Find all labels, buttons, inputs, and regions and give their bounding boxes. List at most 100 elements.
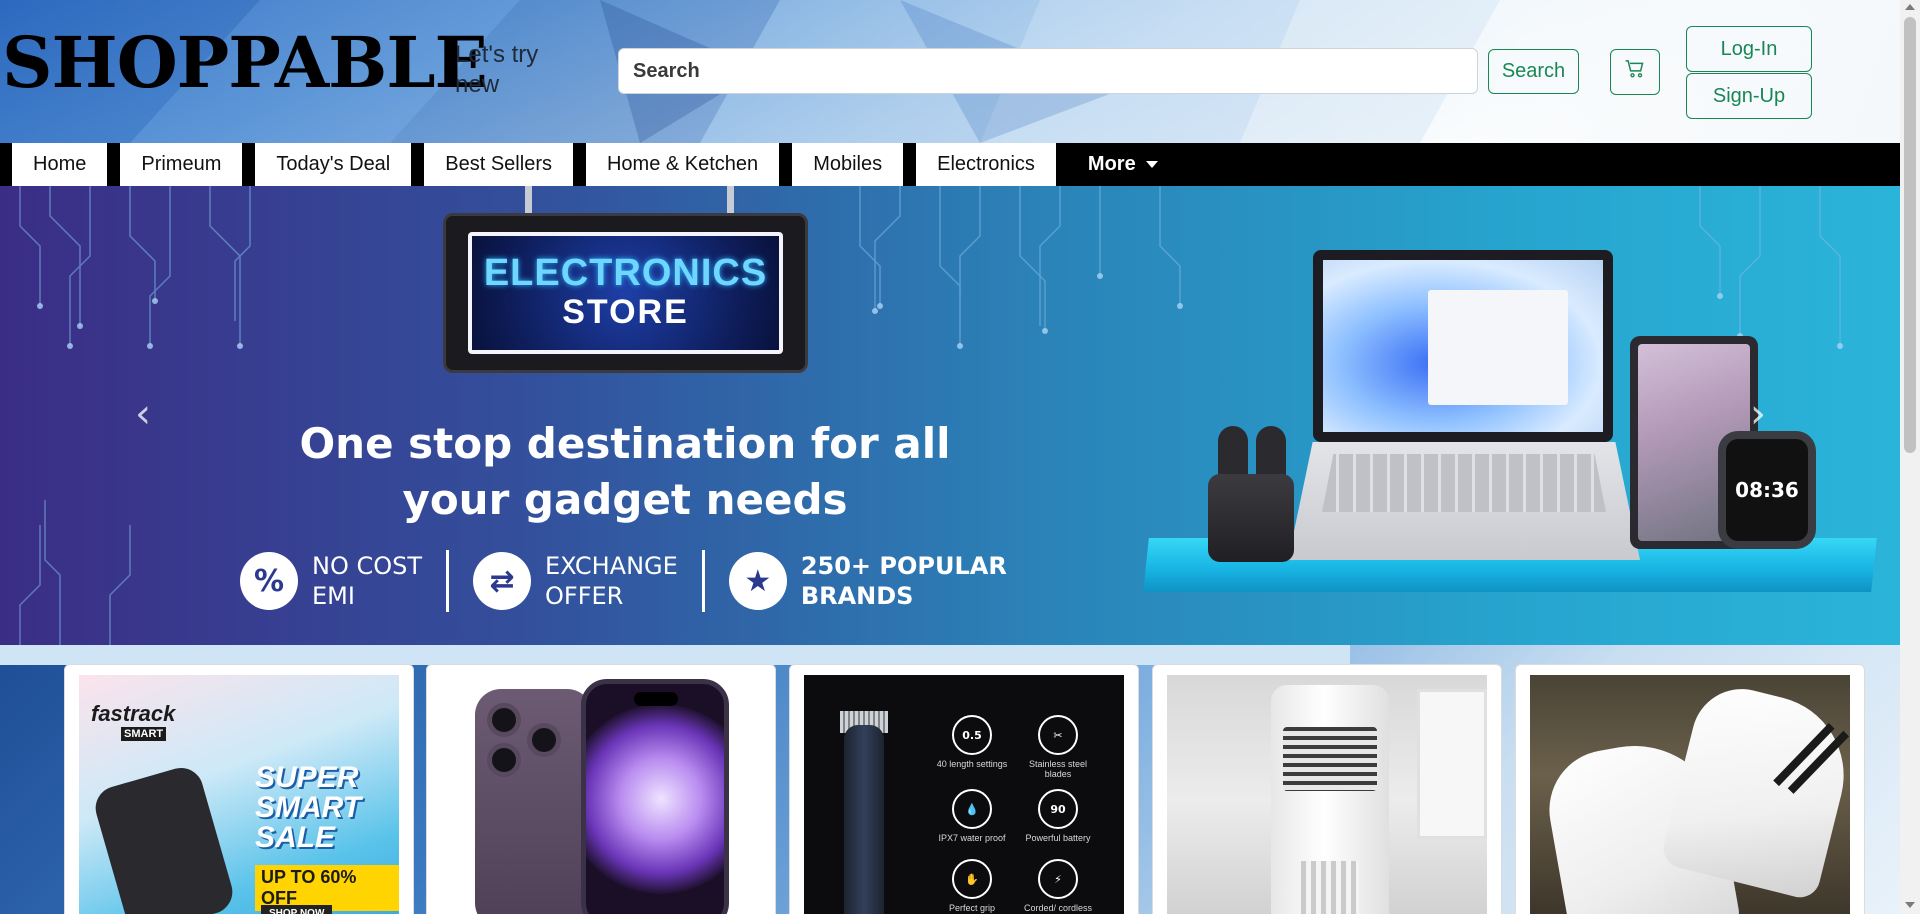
caret-down-icon xyxy=(1145,161,1158,168)
feature-popular-brands: ★ 250+ POPULAR BRANDS xyxy=(728,551,1007,611)
scroll-up-arrow-icon[interactable] xyxy=(1905,4,1915,10)
watch-face: 08:36 xyxy=(1726,439,1808,541)
feature-text: NO COST EMI xyxy=(312,551,422,611)
feature-line2: OFFER xyxy=(545,582,624,610)
hero-features: % NO COST EMI ⇄ EXCHANGE OFFER ★ 250+ PO… xyxy=(240,548,1007,614)
camera-lens xyxy=(487,703,521,737)
grip-icon: ✋ xyxy=(952,859,992,899)
nav-item-todays-deal[interactable]: Today's Deal xyxy=(254,143,413,186)
feature-divider xyxy=(446,550,450,612)
product-card[interactable] xyxy=(1152,664,1502,914)
electronics-store-sign: ELECTRONICS STORE xyxy=(443,213,808,373)
stars-hand-icon: ★ xyxy=(728,552,787,610)
laptop-keyboard xyxy=(1322,454,1606,512)
scroll-down-arrow-icon[interactable] xyxy=(1905,902,1915,908)
sign-subtitle: STORE xyxy=(562,293,689,332)
hero-headline: One stop destination for all your gadget… xyxy=(299,419,951,524)
plug-icon: ⚡ xyxy=(1038,859,1078,899)
phone-front xyxy=(581,679,729,914)
feature-label: Perfect grip xyxy=(948,903,996,913)
window-background xyxy=(1417,689,1487,839)
product-image-trimmer: 0.5 40 length settings ✂ Stainless steel… xyxy=(804,675,1124,914)
feature-line1: EXCHANGE xyxy=(545,552,678,580)
feature-label: Corded/ cordless usage xyxy=(1023,903,1093,914)
login-button[interactable]: Log-In xyxy=(1686,26,1812,72)
percent-icon: % xyxy=(240,552,298,610)
carousel-prev-button[interactable]: ‹ xyxy=(123,391,163,437)
product-image-air-cooler xyxy=(1167,675,1487,914)
battery-icon: 90 xyxy=(1038,789,1078,829)
super-smart-sale-text: SUPER SMART SALE xyxy=(255,761,362,854)
feature-line2: EMI xyxy=(312,582,355,610)
feature-line2: BRANDS xyxy=(800,582,914,610)
product-card[interactable]: fastrack SMART SUPER SMART SALE UP TO 60… xyxy=(64,664,414,914)
feature-label: Stainless steel blades xyxy=(1028,759,1088,779)
nav-item-primeum[interactable]: Primeum xyxy=(119,143,244,186)
sign-panel: ELECTRONICS STORE xyxy=(468,232,783,354)
hero-carousel: ELECTRONICS STORE One stop destination f… xyxy=(0,186,1900,645)
cooler-front-grill xyxy=(1283,727,1377,791)
feature-text: EXCHANGE OFFER xyxy=(545,551,678,611)
water-drop-icon: 💧 xyxy=(952,789,992,829)
feature-text: 250+ POPULAR BRANDS xyxy=(801,551,1007,611)
nav-item-home-kitchen[interactable]: Home & Ketchen xyxy=(584,143,781,186)
sign-title: ELECTRONICS xyxy=(483,252,768,295)
nav-item-mobiles[interactable]: Mobiles xyxy=(791,143,905,186)
site-header: SHOPPABLE Let's try new Search Log-In Si… xyxy=(0,0,1900,143)
feature-line1: 250+ POPULAR xyxy=(800,552,1007,580)
search-button[interactable]: Search xyxy=(1488,49,1579,94)
sign-post-right xyxy=(727,186,734,214)
earbuds-case-image xyxy=(1208,474,1294,562)
product-image-iphone xyxy=(441,675,761,914)
scroll-thumb[interactable] xyxy=(1904,17,1916,453)
site-tagline: Let's try new xyxy=(455,41,539,98)
camera-lens xyxy=(527,723,561,757)
cart-icon xyxy=(1625,59,1645,85)
feature-label: IPX7 water proof xyxy=(938,833,1006,843)
smartwatch-icon xyxy=(90,762,238,914)
chevron-right-icon: › xyxy=(1750,391,1766,437)
cooler-lower-grill xyxy=(1301,861,1359,914)
chevron-left-icon: ‹ xyxy=(135,391,151,437)
sneaker-right xyxy=(1659,678,1861,902)
nav-item-home[interactable]: Home xyxy=(11,143,109,186)
shop-now-label: SHOP NOW xyxy=(261,905,333,914)
site-logo[interactable]: SHOPPABLE xyxy=(2,28,488,98)
feature-divider xyxy=(701,550,705,612)
trimmer-body xyxy=(844,725,884,914)
main-navbar: Home Primeum Today's Deal Best Sellers H… xyxy=(0,143,1900,186)
cart-button[interactable] xyxy=(1610,49,1660,95)
search-input[interactable] xyxy=(618,48,1478,94)
phone-wallpaper xyxy=(586,704,724,894)
dynamic-island xyxy=(634,692,678,706)
laptop-image xyxy=(1313,250,1613,442)
page-scrollbar[interactable] xyxy=(1900,0,1920,914)
product-cards-row: fastrack SMART SUPER SMART SALE UP TO 60… xyxy=(0,645,1900,914)
air-cooler-body xyxy=(1271,685,1389,914)
product-card[interactable]: 0.5 40 length settings ✂ Stainless steel… xyxy=(789,664,1139,914)
length-settings-icon: 0.5 xyxy=(952,715,992,755)
product-card[interactable] xyxy=(1515,664,1865,914)
carousel-next-button[interactable]: › xyxy=(1738,391,1778,437)
signup-button[interactable]: Sign-Up xyxy=(1686,73,1812,119)
feature-no-cost-emi: % NO COST EMI xyxy=(240,551,422,611)
feature-label: Powerful battery xyxy=(1025,833,1091,843)
sign-post-left xyxy=(525,186,532,214)
product-image-sneakers xyxy=(1530,675,1861,914)
exchange-icon: ⇄ xyxy=(473,552,532,610)
feature-line1: NO COST xyxy=(312,552,423,580)
phone-back xyxy=(475,689,593,914)
feature-exchange-offer: ⇄ EXCHANGE OFFER xyxy=(473,551,678,611)
fastrack-smart-label: SMART xyxy=(121,727,167,741)
scissors-icon: ✂ xyxy=(1038,715,1078,755)
products-strip-top xyxy=(0,645,1350,665)
nav-more-dropdown[interactable]: More xyxy=(1068,153,1158,176)
start-menu-window xyxy=(1428,290,1568,405)
smartwatch-image: 08:36 xyxy=(1718,431,1816,549)
product-card[interactable] xyxy=(426,664,776,914)
fastrack-logo: fastrack xyxy=(91,701,176,726)
feature-label: 40 length settings xyxy=(936,759,1008,769)
nav-item-electronics[interactable]: Electronics xyxy=(915,143,1057,186)
nav-item-best-sellers[interactable]: Best Sellers xyxy=(423,143,574,186)
camera-lens xyxy=(487,743,521,777)
